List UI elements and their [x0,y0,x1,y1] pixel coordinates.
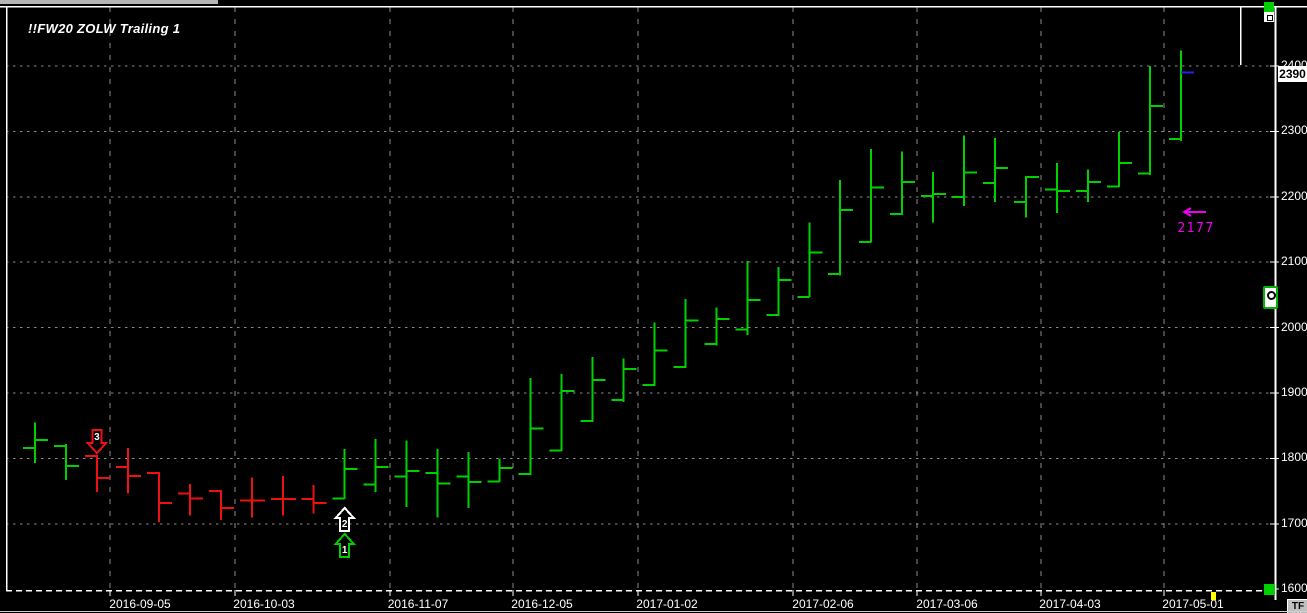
price-chart-plot[interactable]: 3 2 1 2177 [0,0,1307,613]
y-axis-label: 1900 [1281,385,1307,399]
y-axis-label: 1700 [1281,515,1307,530]
chart-window: 321 2177 !!FW20 ZOLW Trailing 1 2400 2300… [0,0,1307,613]
last-price-badge: 2390 [1278,66,1307,82]
x-axis-label: 2017-04-03 [1039,597,1101,611]
x-axis-label: 2017-03-06 [916,597,978,611]
y-axis-label: 2200 [1281,188,1307,203]
y-axis-label: 2000 [1281,319,1307,334]
signal-label: 1 [342,545,348,556]
axis-corner-green-icon [1264,584,1275,595]
y-axis-label: 2100 [1281,254,1307,269]
x-axis-label: 2016-11-07 [387,597,449,611]
signal-label: 3 [94,432,100,443]
chart-status-dot-icon [1264,12,1274,22]
ohlc-bars [23,50,1194,522]
axis-indicator-icon [1263,286,1278,309]
chart-status-green-icon [1264,2,1274,12]
chart-title: !!FW20 ZOLW Trailing 1 [28,21,181,36]
signal-label: 2 [342,519,348,530]
x-axis-label: 2016-12-05 [511,597,573,611]
x-axis-label: 2017-05-01 [1162,597,1224,611]
trailing-stop-arrow: 2177 [1177,207,1214,236]
y-axis-label: 1800 [1281,450,1307,465]
plot-frame [0,5,1307,600]
window-bottom-edge [0,611,1307,612]
grid-lines [6,7,1275,589]
y-axis-label: 1600 [1281,581,1307,596]
x-axis-label: 2017-01-02 [636,597,698,611]
trail-price-label: 2177 [1177,221,1214,236]
current-bar-yellow-marker [1211,592,1216,600]
x-axis-label: 2016-10-03 [233,597,295,611]
x-axis-label: 2017-02-06 [792,597,854,611]
y-axis-label: 2300 [1281,123,1307,138]
x-axis-label: 2016-09-05 [109,597,171,611]
